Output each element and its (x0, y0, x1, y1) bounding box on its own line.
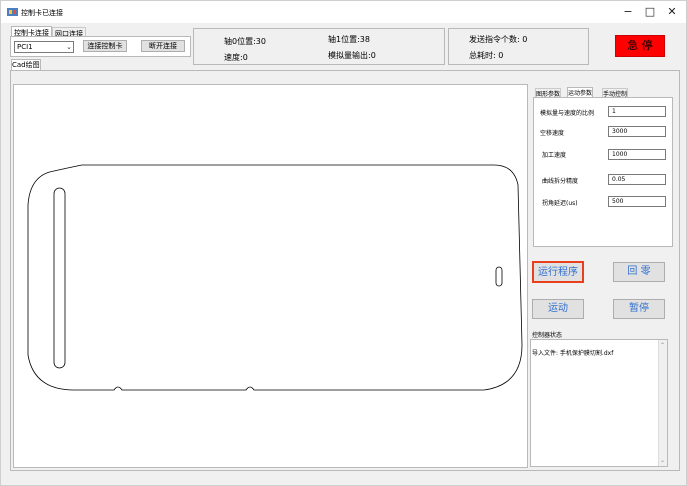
window-title: 控制卡已连接 (21, 9, 63, 17)
scroll-up-icon[interactable]: ⌃ (660, 342, 665, 349)
log-line: 导入文件: 手机保护膜切割.dxf (532, 350, 614, 357)
param-label-process-speed: 加工速度 (542, 152, 567, 159)
scroll-down-icon[interactable]: ⌄ (660, 457, 665, 464)
main-window: 控制卡已连接 − □ ✕ 控制卡连接 网口连接 PCI1 ⌄ 连接控制卡 断开连… (0, 0, 687, 486)
maximize-button[interactable]: □ (639, 5, 661, 19)
param-label-analog-ratio: 模拟量与速度的比例 (540, 110, 595, 117)
home-button[interactable]: 回 零 (613, 262, 665, 282)
controller-status-label: 控制器状态 (532, 332, 563, 339)
process-speed-input[interactable]: 1000 (608, 149, 666, 160)
param-label-idle-speed: 空移速度 (540, 130, 565, 137)
axis0-position: 轴0位置:30 (224, 37, 266, 46)
connect-card-button[interactable]: 连接控制卡 (83, 40, 127, 52)
tab-cad-drawing[interactable]: Cad绘图 (11, 59, 41, 70)
analog-ratio-input[interactable]: 1 (608, 106, 666, 117)
param-label-corner-delay: 拐角延迟(us) (542, 200, 578, 207)
axis1-position: 轴1位置:38 (328, 35, 370, 44)
chevron-down-icon: ⌄ (66, 43, 72, 51)
title-bar: 控制卡已连接 − □ ✕ (1, 1, 686, 23)
drawing-canvas[interactable] (13, 84, 528, 468)
minimize-button[interactable]: − (617, 5, 639, 19)
total-time: 总耗时: 0 (469, 51, 504, 60)
log-scrollbar[interactable]: ⌃ ⌄ (658, 340, 667, 466)
sent-command-count: 发送指令个数: 0 (469, 35, 528, 44)
curve-precision-input[interactable]: 0.05 (608, 174, 666, 185)
controller-status-log[interactable]: 导入文件: 手机保护膜切割.dxf ⌃ ⌄ (530, 339, 668, 467)
pause-button[interactable]: 暂停 (613, 299, 665, 319)
speed-value: 速度:0 (224, 53, 248, 62)
corner-delay-input[interactable]: 500 (608, 196, 666, 207)
run-program-button[interactable]: 运行程序 (532, 261, 584, 283)
param-label-curve-precision: 曲线拆分精度 (542, 178, 579, 185)
idle-speed-input[interactable]: 3000 (608, 126, 666, 137)
command-status-panel: 发送指令个数: 0 总耗时: 0 (448, 28, 589, 65)
port-select[interactable]: PCI1 ⌄ (14, 41, 74, 53)
motion-button[interactable]: 运动 (532, 299, 584, 319)
motion-params-panel: 模拟量与速度的比例 1 空移速度 3000 加工速度 1000 曲线拆分精度 0… (533, 97, 673, 247)
emergency-stop-button[interactable]: 急 停 (615, 35, 665, 57)
close-button[interactable]: ✕ (661, 5, 683, 19)
axis-status-panel: 轴0位置:30 轴1位置:38 速度:0 模拟量输出:0 (193, 28, 445, 65)
disconnect-button[interactable]: 断开连接 (141, 40, 185, 52)
analog-output: 模拟量输出:0 (328, 51, 376, 60)
phone-film-outline (27, 164, 523, 391)
app-icon (7, 8, 18, 16)
port-select-value: PCI1 (17, 43, 33, 51)
